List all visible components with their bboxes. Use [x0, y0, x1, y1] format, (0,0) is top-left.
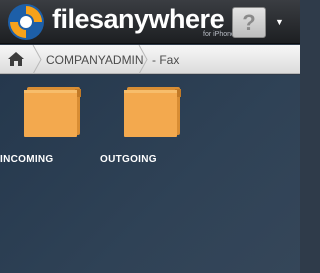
home-icon — [8, 52, 24, 66]
home-button[interactable] — [0, 45, 32, 74]
breadcrumb-separator-icon — [138, 45, 148, 74]
breadcrumb-item-fax: - Fax — [152, 53, 180, 67]
breadcrumb: COMPANYADMIN - Fax — [0, 45, 300, 74]
app-header: filesanywhere for iPhone ? ▼ — [0, 0, 300, 44]
folder-icon — [24, 87, 81, 137]
folder-incoming[interactable]: INCOMING — [0, 85, 90, 165]
breadcrumb-item-companyadmin[interactable]: COMPANYADMIN — [46, 53, 144, 67]
account-menu-chevron-down-icon[interactable]: ▼ — [275, 17, 287, 27]
brand-tagline: for iPhone — [203, 31, 235, 38]
folder-label: OUTGOING — [100, 154, 157, 165]
avatar[interactable]: ? — [232, 7, 266, 38]
brand-name: filesanywhere — [52, 4, 225, 34]
avatar-placeholder-icon: ? — [242, 10, 256, 35]
folder-outgoing[interactable]: OUTGOING — [100, 85, 190, 165]
filesanywhere-logo-icon[interactable] — [7, 3, 45, 41]
folder-label: INCOMING — [0, 154, 54, 165]
breadcrumb-separator-icon — [32, 45, 42, 74]
folder-grid: INCOMING OUTGOING — [0, 75, 300, 273]
folder-icon — [124, 87, 181, 137]
